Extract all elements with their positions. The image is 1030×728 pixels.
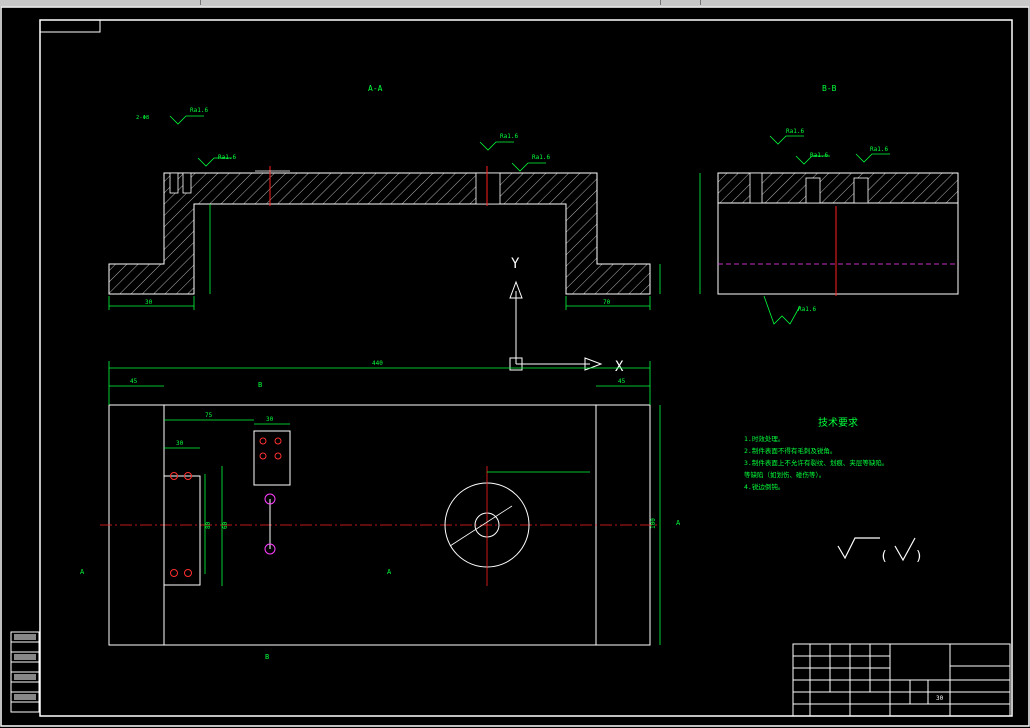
bolt-hole[interactable] (274, 437, 282, 445)
axis-x-label: X (615, 359, 624, 375)
pin-hole[interactable] (170, 569, 178, 577)
toolbar-segment[interactable] (200, 0, 661, 5)
pin-hole[interactable] (169, 172, 179, 194)
dim-text: 100 (650, 518, 657, 529)
dim-text: 30 (145, 299, 153, 306)
dim-text: 75 (205, 412, 213, 419)
axis-y-label: Y (511, 256, 520, 272)
svg-text:): ) (915, 549, 923, 564)
section-mark: A (387, 568, 392, 576)
section-aa: A-A 30 70 Ra1.6 2-Φ8 Ra1.6 Ra1.6 Ra1.6 (108, 84, 661, 310)
roughness-label: Ra1.6 (218, 154, 236, 161)
technical-notes: 技术要求 1.时效处理。 2.制件表面不得有毛刺及锐角。 3.制件表面上不允许有… (744, 416, 888, 491)
note-line: 等缺陷（如划伤、碰伤等）。 (744, 470, 825, 479)
section-bb-label: B-B (822, 84, 837, 93)
title-block (792, 643, 1011, 717)
title-block-value: 30 (936, 695, 944, 702)
dim-text: 80 (205, 521, 212, 529)
plan-view: 440 45 45 100 75 30 30 80 60 A A A B B (80, 360, 681, 661)
hole-callout: 2-Φ8 (136, 115, 149, 121)
bolt-hole[interactable] (259, 437, 267, 445)
dim-text: 70 (603, 299, 611, 306)
dim-text: 30 (266, 416, 274, 423)
diameter-leader (449, 505, 513, 547)
note-line: 3.制件表面上不允许有裂纹、划痕、夹层等缺陷。 (744, 458, 888, 467)
toolbar-segment[interactable] (660, 0, 701, 5)
dim-text: 60 (222, 521, 229, 529)
roughness-label: Ra1.6 (500, 133, 518, 140)
note-line: 2.制件表面不得有毛刺及锐角。 (744, 446, 836, 455)
roughness-label: Ra1.6 (810, 152, 828, 159)
roughness-label: Ra1.6 (532, 154, 550, 161)
bolt-hole[interactable] (259, 452, 267, 460)
note-line: 4.锐边倒钝。 (744, 482, 784, 491)
svg-text:(: ( (880, 549, 888, 564)
section-mark: A (80, 568, 85, 576)
dim-text: 45 (618, 378, 626, 385)
roughness-label: Ra1.6 (798, 306, 816, 313)
pin-hole[interactable] (184, 569, 192, 577)
outer-border (0, 6, 1030, 727)
drawing-number-box (39, 19, 101, 33)
bore-hole[interactable] (749, 172, 763, 204)
bolt-hole[interactable] (274, 452, 282, 460)
section-aa-label: A-A (368, 84, 383, 93)
note-line: 1.时效处理。 (744, 434, 784, 443)
dim-text: 30 (176, 440, 184, 447)
roughness-label: Ra1.6 (870, 146, 888, 153)
bore-hole[interactable] (805, 177, 821, 204)
section-bb: B-B Ra1.6 Ra1.6 Ra1.6 Ra1.6 (699, 84, 959, 325)
drawing-canvas[interactable]: A-A 30 70 Ra1.6 2-Φ8 Ra1.6 Ra1.6 Ra1.6 B… (0, 6, 1030, 728)
bore-hole[interactable] (853, 177, 869, 204)
center-hole[interactable] (475, 172, 501, 205)
pin-block[interactable] (163, 475, 201, 586)
section-mark: B (265, 653, 269, 661)
dim-text: 45 (130, 378, 138, 385)
section-mark: B (258, 381, 262, 389)
toolbar-segment[interactable] (0, 0, 201, 5)
roughness-label: Ra1.6 (786, 128, 804, 135)
side-table (10, 631, 40, 713)
section-mark: A (676, 519, 681, 527)
guide-block[interactable] (253, 430, 291, 486)
pin-hole[interactable] (182, 172, 192, 194)
plate-section-body[interactable] (717, 202, 959, 295)
roughness-label: Ra1.6 (190, 107, 208, 114)
notes-title: 技术要求 (818, 416, 858, 429)
roughness-symbol: ( ) (837, 537, 923, 564)
dim-text: 440 (372, 360, 383, 367)
